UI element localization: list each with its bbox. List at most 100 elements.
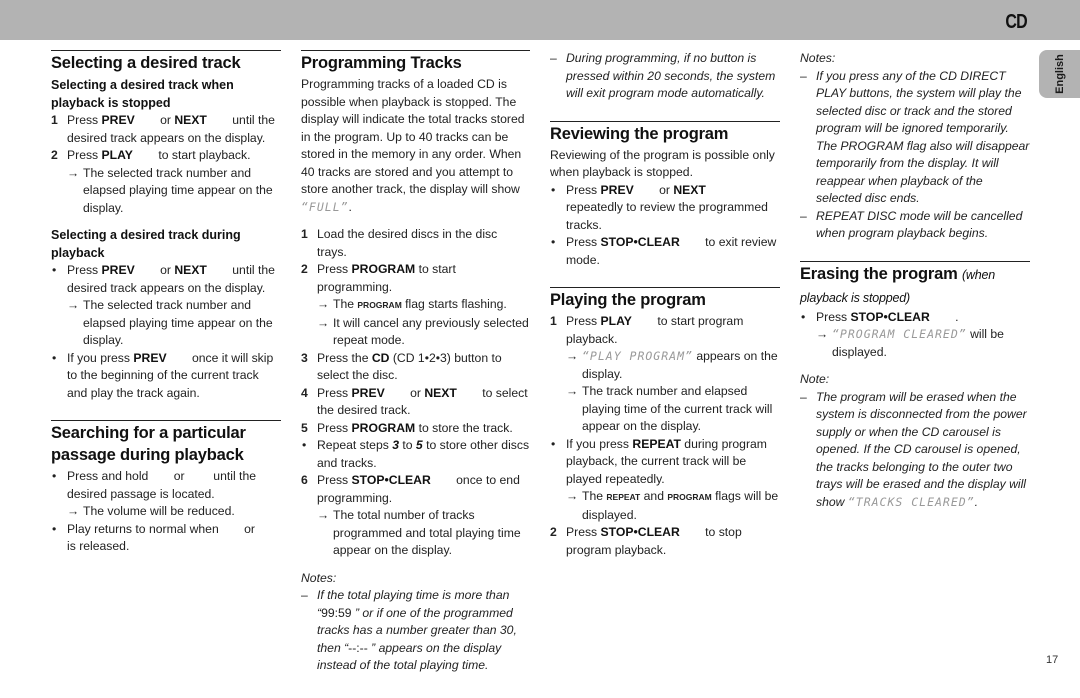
text: or (240, 521, 255, 536)
section-title-searching: Searching for a particular passage durin… (51, 424, 246, 464)
step-1: 1 Load the desired discs in the disc tray… (301, 226, 530, 261)
key-prev: PREV (351, 385, 385, 400)
arrow-icon: → (816, 327, 829, 341)
bullet: • Repeat steps 3 to 5 to store other disc… (301, 437, 530, 472)
text: to store the track. (415, 420, 513, 435)
key-next: NEXT (174, 263, 207, 277)
result: → It will cancel any previously selected … (317, 315, 530, 350)
text: If you press any of the CD DIRECT PLAY b… (816, 68, 1030, 206)
text: The (582, 489, 607, 503)
key-prev: PREV (101, 263, 135, 277)
step-number: 6 (301, 473, 308, 487)
bullet-icon: • (52, 263, 57, 277)
section-rule (51, 50, 281, 51)
step-1: 1 Press PLAY to start program playback. (550, 313, 780, 348)
arrow-icon: → (67, 504, 80, 518)
text: The volume will be reduced. (83, 504, 235, 518)
result: → “PROGRAM CLEARED” will be displayed. (816, 326, 1030, 361)
arrow-icon: → (566, 384, 579, 398)
lcd-text: “FULL” (301, 199, 349, 214)
bullet-icon: • (52, 469, 57, 483)
language-tab: English (1039, 50, 1080, 98)
key-play: PLAY (600, 314, 632, 328)
step-number: 2 (51, 148, 58, 162)
column-2: Programming Tracks Programming tracks of… (301, 50, 530, 675)
note: – If you press any of the CD DIRECT PLAY … (800, 68, 1030, 208)
text: The (333, 297, 358, 311)
key-stop-clear: STOP•CLEAR (600, 235, 680, 249)
key-prev: PREV (600, 182, 634, 197)
key-next: NEXT (424, 385, 457, 400)
text: Press (317, 420, 352, 435)
display-value: 99:59 (321, 605, 352, 620)
lcd-text: “TRACKS CLEARED” (847, 494, 975, 509)
note-label: Note: (800, 372, 830, 386)
header-bar: CD (0, 0, 1080, 40)
key-stop-clear: STOP•CLEAR (351, 473, 431, 487)
section-rule (301, 50, 530, 51)
bullet: • Press PREV or NEXT repeatedly to review… (550, 182, 780, 235)
text: or (156, 263, 175, 277)
bullet: • Press STOP•CLEAR . (800, 309, 1030, 327)
text: Press (816, 309, 851, 324)
flag-repeat: REPEAT (606, 492, 641, 502)
arrow-icon: → (67, 165, 80, 180)
section-rule (51, 420, 281, 421)
bullet: • Press and hold or until the desired pas… (51, 468, 281, 503)
dash-icon: – (800, 389, 807, 404)
text: Press (67, 148, 102, 162)
flag-program: PROGRAM (357, 300, 402, 310)
result: → The track number and elapsed playing ti… (566, 383, 780, 436)
text: Press and hold (67, 469, 149, 483)
bullet-icon: • (551, 436, 556, 451)
result: → The total number of tracks programmed a… (317, 507, 530, 560)
section-rule (550, 120, 780, 122)
lcd-text: “PROGRAM CLEARED” (832, 327, 967, 341)
step-number: 3 (301, 350, 308, 365)
text: or (156, 113, 175, 127)
text: The total number of tracks programmed an… (333, 508, 521, 557)
text: Load the desired discs in the disc trays… (317, 227, 498, 259)
key-prev: PREV (101, 113, 135, 127)
column-1: Selecting a desired track Selecting a de… (51, 50, 281, 556)
result: → The selected track number and elapsed p… (67, 297, 281, 350)
arrow-icon: → (566, 489, 579, 503)
key-prev: PREV (133, 350, 167, 365)
key-program: PROGRAM (351, 420, 416, 435)
text: Press (566, 182, 601, 197)
step-1: 1 Press PREV or NEXT until the desired tr… (51, 112, 281, 147)
text: Press (566, 525, 601, 539)
result: → The REPEAT and PROGRAM flags will be di… (566, 488, 780, 524)
text: During programming, if no button is pres… (566, 51, 776, 100)
text: or (655, 182, 674, 197)
key-program: PROGRAM (351, 262, 416, 276)
step-4: 4 Press PREV or NEXT to select the desire… (301, 385, 530, 420)
display-value: --:-- (348, 640, 368, 655)
step-number: 2 (550, 525, 557, 539)
text: It will cancel any previously selected r… (333, 315, 529, 348)
step-5: 5 Press PROGRAM to store the track. (301, 420, 530, 438)
arrow-icon: → (566, 349, 579, 363)
text: If you press (67, 350, 134, 365)
bullet: • Press PREV or NEXT until the desired tr… (51, 262, 281, 297)
text: If you press (566, 436, 633, 451)
note: – If the total playing time is more than … (301, 587, 530, 675)
column-4: Notes: – If you press any of the CD DIREC… (800, 50, 1030, 511)
step-number: 5 (301, 420, 308, 435)
arrow-icon: → (317, 315, 330, 330)
text: Repeat steps (317, 438, 393, 452)
text: or (170, 469, 188, 483)
result: → The selected track number and elapsed p… (67, 165, 281, 218)
bullet: • If you press PREV once it will skip to … (51, 350, 281, 403)
section-label: CD (1005, 11, 1027, 33)
section-rule (800, 260, 1030, 262)
key-play: PLAY (101, 148, 133, 162)
text: . (951, 309, 959, 324)
text: flag starts flashing. (401, 297, 507, 311)
text: is released. (67, 539, 130, 553)
subheading-during-playback: Selecting a desired track during playbac… (51, 228, 241, 260)
text: Press (566, 235, 601, 249)
text: The selected track number and elapsed pl… (83, 165, 273, 215)
notes-label: Notes: (800, 51, 836, 65)
bullet-icon: • (801, 309, 806, 324)
